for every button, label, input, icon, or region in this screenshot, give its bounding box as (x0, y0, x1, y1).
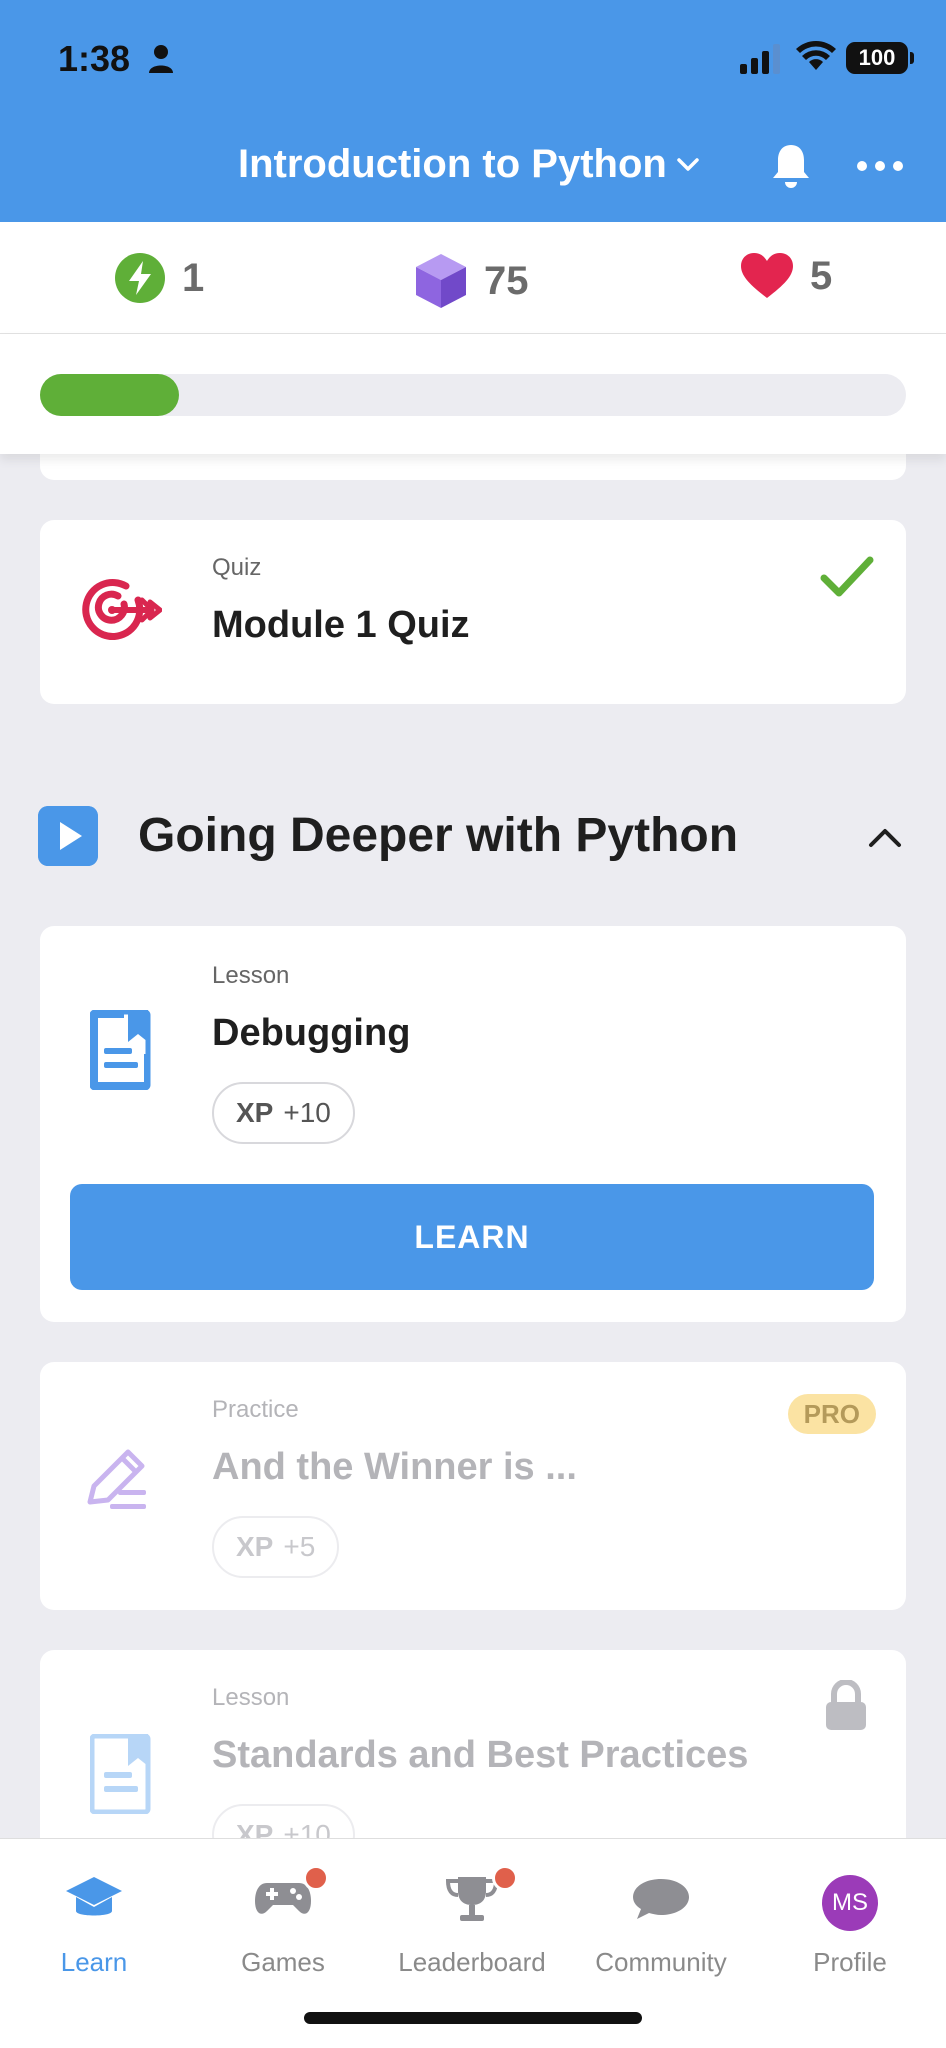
nav-label: Community (595, 1947, 727, 1977)
nav-label: Learn (60, 1947, 128, 1977)
chat-bubble-icon (633, 1879, 689, 1919)
card-title: Debugging (212, 1012, 411, 1054)
xp-reward: XP +5 (212, 1516, 340, 1578)
hearts-stat[interactable]: 5 (740, 252, 832, 300)
card-type: Lesson (212, 1684, 290, 1711)
section-title: Going Deeper with Python (138, 809, 739, 862)
cube-icon (416, 254, 466, 308)
progress-fill (40, 374, 179, 416)
lesson-document-icon (90, 1734, 151, 1814)
streak-stat[interactable]: 1 (114, 252, 204, 304)
chevron-up-icon[interactable] (868, 826, 902, 848)
battery-cap (910, 52, 914, 64)
app-header: 1:38 100 Introduction to Python (0, 0, 946, 222)
heart-icon (741, 253, 793, 298)
quiz-card[interactable]: Quiz Module 1 Quiz (40, 520, 906, 704)
target-icon (82, 579, 162, 641)
nav-games[interactable]: Games (193, 1859, 373, 1977)
card-type: Practice (212, 1396, 299, 1423)
wifi-icon (796, 41, 836, 70)
more-options-icon[interactable] (856, 158, 904, 174)
chevron-down-icon (677, 157, 699, 171)
card-type: Quiz (212, 554, 262, 581)
pencil-icon (87, 1449, 146, 1509)
lesson-card-debugging[interactable]: Lesson Debugging XP +10 LEARN (40, 926, 906, 1322)
hearts-count: 5 (810, 253, 833, 298)
streak-count: 1 (182, 255, 205, 300)
battery-indicator: 100 (846, 42, 908, 74)
nav-label: Leaderboard (398, 1947, 546, 1977)
avatar: MS (822, 1875, 878, 1931)
graduation-cap-icon (66, 1877, 122, 1916)
bits-stat[interactable]: 75 (414, 252, 529, 310)
leaderboard-notification-dot (492, 1865, 518, 1891)
status-bar: 1:38 100 (0, 0, 946, 118)
person-icon (149, 45, 173, 73)
cellular-signal-icon (740, 44, 780, 74)
lesson-document-icon (90, 1010, 151, 1090)
nav-label: Profile (813, 1947, 887, 1977)
lightning-icon (115, 253, 165, 303)
stats-bar: 1 75 5 (0, 222, 946, 334)
games-notification-dot (303, 1865, 329, 1891)
card-title: Module 1 Quiz (212, 604, 470, 646)
home-indicator (304, 2012, 642, 2024)
course-selector[interactable]: Introduction to Python (238, 142, 699, 187)
play-icon (38, 806, 98, 866)
nav-label: Games (241, 1947, 325, 1977)
card-type: Lesson (212, 962, 290, 989)
progress-track (40, 374, 906, 416)
lock-icon (826, 1680, 866, 1730)
practice-card-winner[interactable]: Practice And the Winner is ... XP +5 PRO (40, 1362, 906, 1610)
bell-icon[interactable] (770, 142, 812, 190)
nav-profile[interactable]: MS Profile (760, 1859, 940, 1977)
xp-reward: XP +10 (212, 1082, 355, 1144)
card-title: And the Winner is ... (212, 1446, 577, 1488)
learn-button[interactable]: LEARN (70, 1184, 874, 1290)
course-progress-panel (0, 334, 946, 454)
checkmark-icon (820, 556, 874, 597)
card-title: Standards and Best Practices (212, 1734, 749, 1776)
pro-badge: PRO (787, 1394, 876, 1434)
course-title: Introduction to Python (238, 142, 667, 186)
nav-community[interactable]: Community (571, 1859, 751, 1977)
bits-count: 75 (484, 258, 529, 303)
nav-leaderboard[interactable]: Leaderboard (382, 1859, 562, 1977)
status-time: 1:38 (58, 38, 131, 79)
nav-learn[interactable]: Learn (4, 1859, 184, 1977)
